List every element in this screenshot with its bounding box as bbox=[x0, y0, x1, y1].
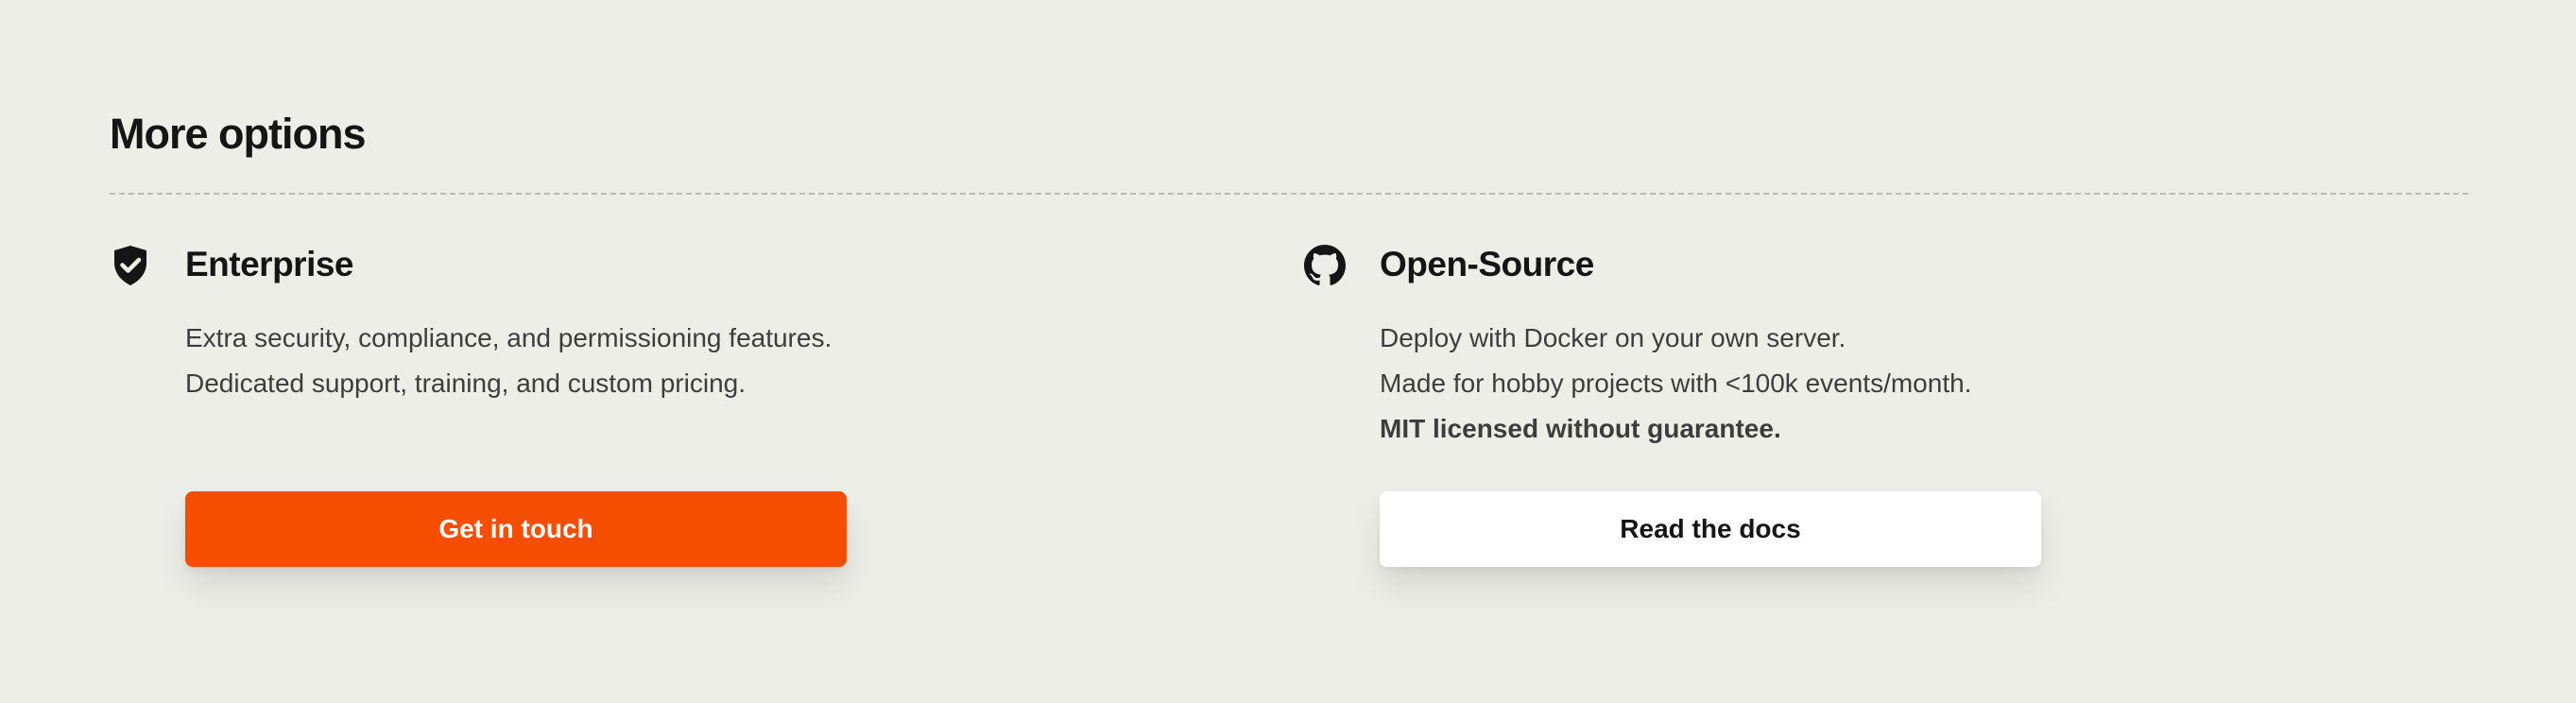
section-divider bbox=[110, 193, 2468, 195]
open-source-feature-line: Made for hobby projects with <100k event… bbox=[1380, 369, 1972, 398]
read-the-docs-button[interactable]: Read the docs bbox=[1380, 491, 2041, 567]
section-title: More options bbox=[110, 110, 366, 158]
enterprise-title: Enterprise bbox=[185, 245, 354, 283]
open-source-title: Open-Source bbox=[1380, 245, 1594, 283]
enterprise-option: Enterprise Extra security, compliance, a… bbox=[110, 238, 847, 578]
enterprise-feature-line: Extra security, compliance, and permissi… bbox=[185, 323, 833, 352]
enterprise-description: Extra security, compliance, and permissi… bbox=[185, 316, 847, 406]
github-icon bbox=[1304, 243, 1346, 288]
get-in-touch-button[interactable]: Get in touch bbox=[185, 491, 847, 567]
open-source-option: Open-Source Deploy with Docker on your o… bbox=[1304, 238, 2041, 578]
enterprise-feature-line: Dedicated support, training, and custom … bbox=[185, 369, 746, 398]
license-note: MIT licensed without guarantee. bbox=[1380, 414, 1781, 443]
shield-check-icon bbox=[110, 243, 151, 288]
open-source-description: Deploy with Docker on your own server. M… bbox=[1380, 316, 2041, 452]
open-source-feature-line: Deploy with Docker on your own server. bbox=[1380, 323, 1846, 352]
more-options-section: More options Enterprise Extra security, … bbox=[110, 0, 2468, 703]
